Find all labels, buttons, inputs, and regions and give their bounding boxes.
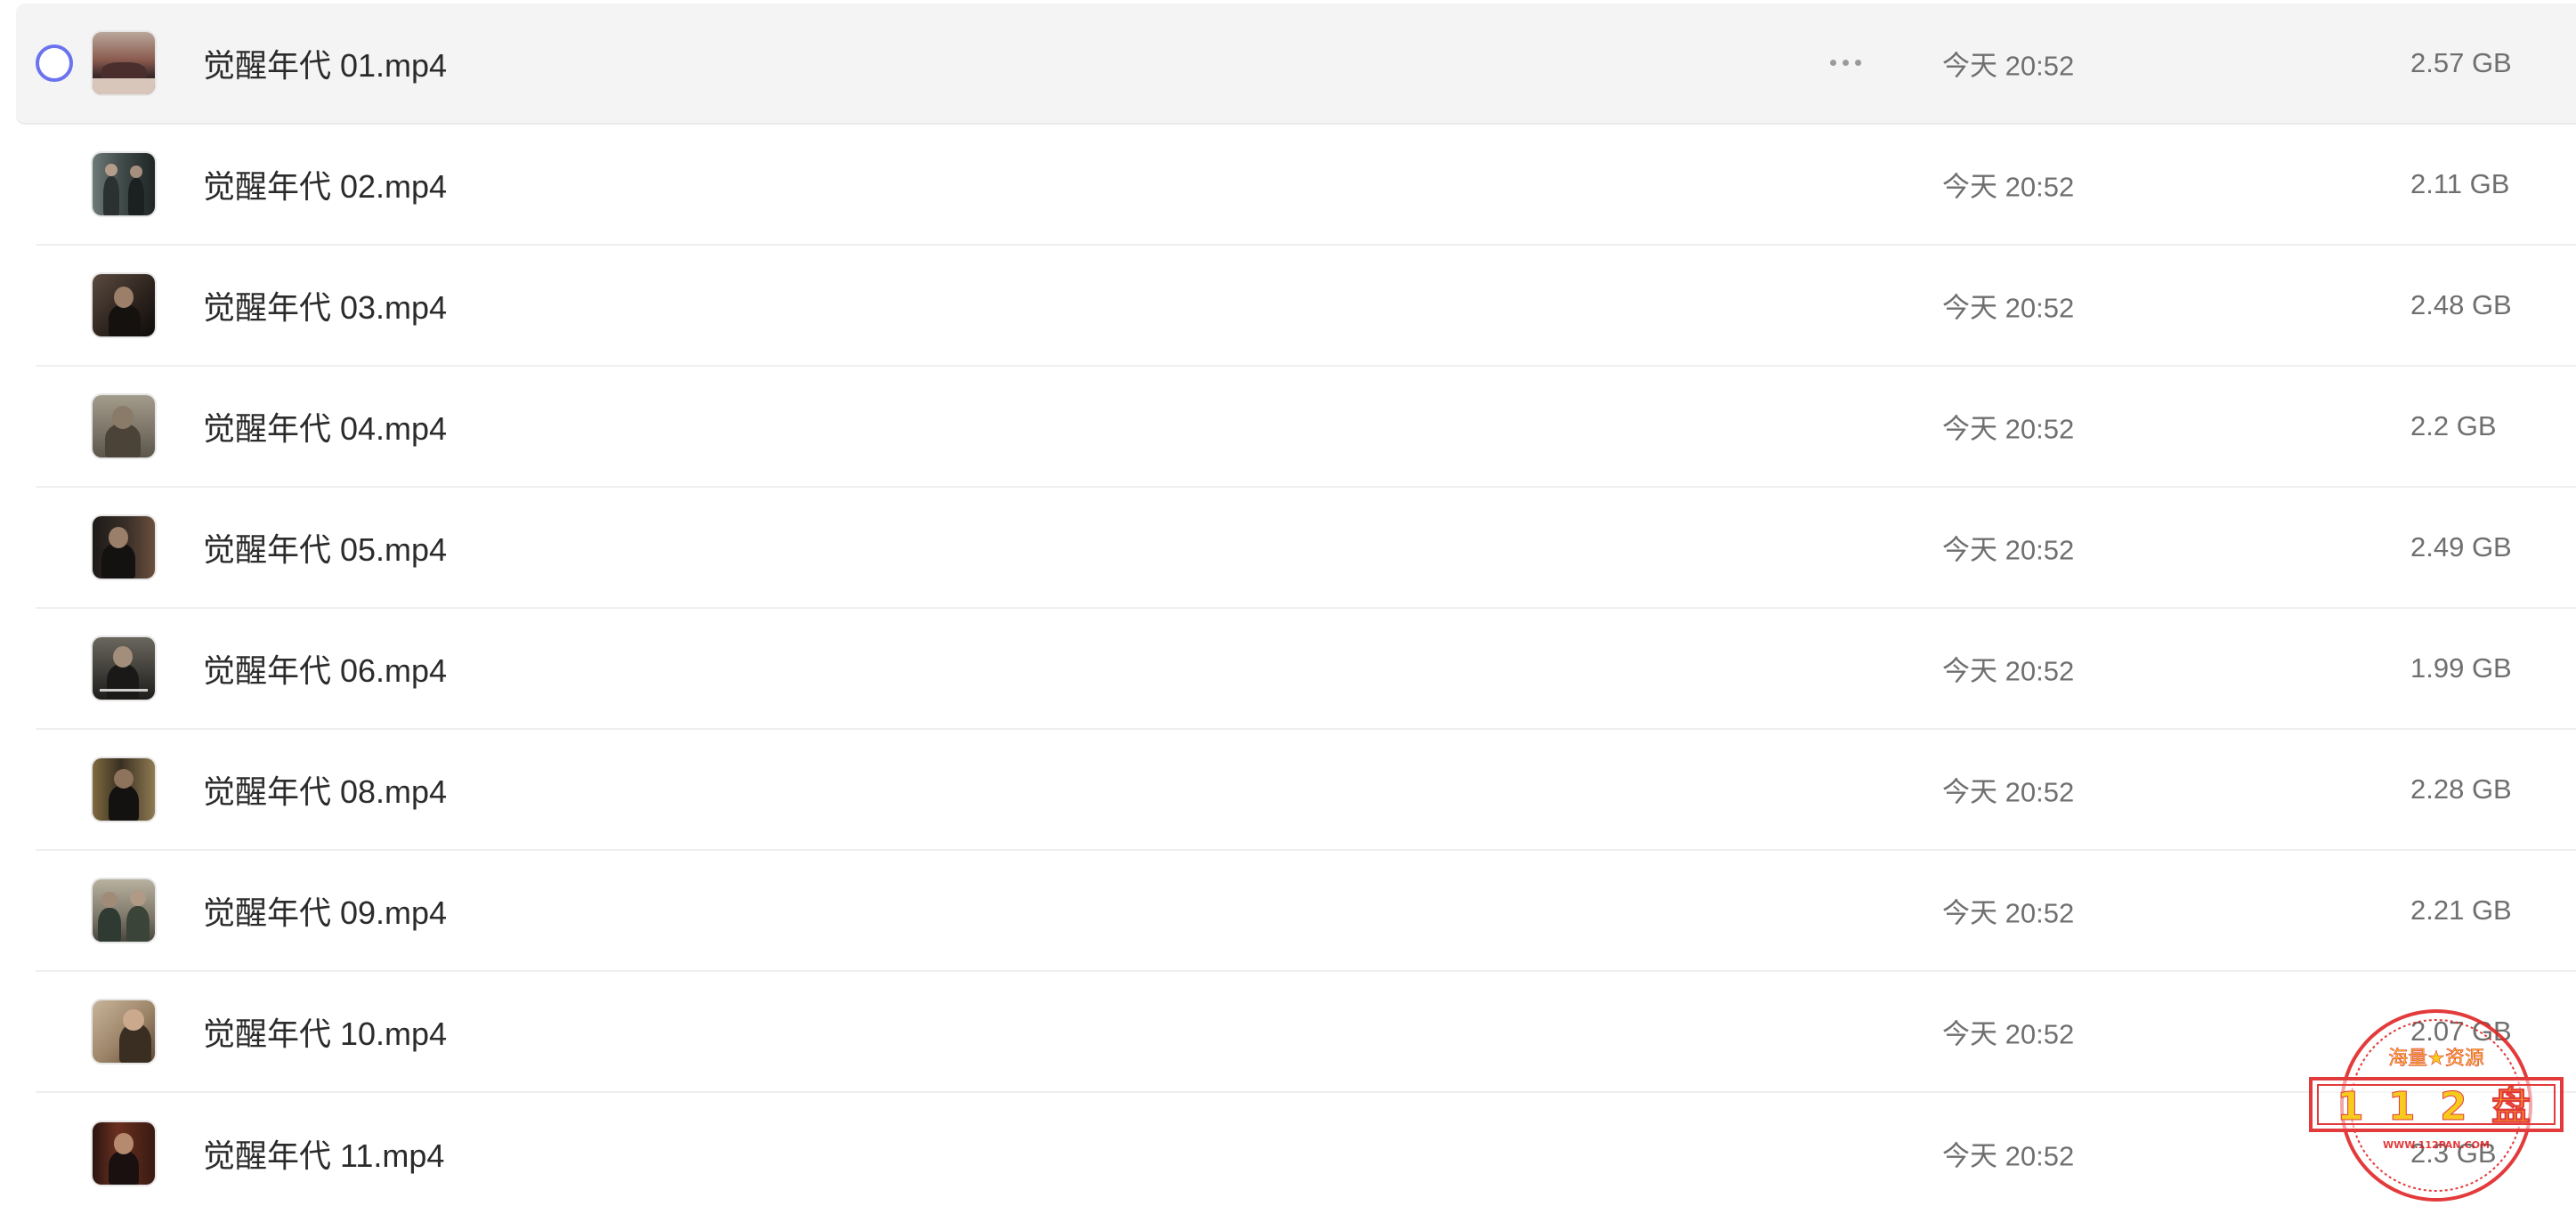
video-thumbnail <box>93 274 155 336</box>
circle-select-icon[interactable] <box>36 45 73 82</box>
file-row[interactable]: 觉醒年代 10.mp4 今天 20:52 2.07 GB <box>36 972 2576 1093</box>
file-row[interactable]: 觉醒年代 06.mp4 今天 20:52 1.99 GB <box>36 609 2576 730</box>
file-size: 2.3 GB <box>2410 1137 2497 1169</box>
file-size: 2.11 GB <box>2410 168 2510 199</box>
file-size: 2.57 GB <box>2410 47 2512 78</box>
file-size: 1.99 GB <box>2410 652 2512 684</box>
modified-time: 今天 20:52 <box>1942 1140 2075 1172</box>
file-name[interactable]: 觉醒年代 02.mp4 <box>203 161 447 207</box>
modified-time: 今天 20:52 <box>1942 292 2075 324</box>
video-thumbnail <box>93 637 155 700</box>
file-row[interactable]: 觉醒年代 05.mp4 今天 20:52 2.49 GB <box>36 488 2576 609</box>
file-name[interactable]: 觉醒年代 09.mp4 <box>203 887 447 934</box>
modified-time: 今天 20:52 <box>1942 655 2075 687</box>
video-thumbnail <box>93 153 155 215</box>
file-row[interactable]: 觉醒年代 08.mp4 今天 20:52 2.28 GB <box>36 730 2576 851</box>
modified-time: 今天 20:52 <box>1942 534 2075 566</box>
video-thumbnail <box>93 879 155 942</box>
file-row[interactable]: 觉醒年代 02.mp4 今天 20:52 2.11 GB <box>36 125 2576 246</box>
file-row[interactable]: 觉醒年代 01.mp4 今天 20:52 2.57 GB <box>16 4 2576 125</box>
file-size: 2.07 GB <box>2410 1016 2512 1047</box>
file-size: 2.28 GB <box>2410 773 2512 805</box>
file-row[interactable]: 觉醒年代 03.mp4 今天 20:52 2.48 GB <box>36 246 2576 367</box>
video-thumbnail <box>93 32 155 94</box>
file-name[interactable]: 觉醒年代 06.mp4 <box>203 645 447 692</box>
modified-time: 今天 20:52 <box>1942 171 2075 203</box>
video-thumbnail <box>93 395 155 457</box>
file-size: 2.48 GB <box>2410 289 2512 320</box>
file-name[interactable]: 觉醒年代 01.mp4 <box>203 40 447 86</box>
file-name[interactable]: 觉醒年代 10.mp4 <box>203 1008 447 1055</box>
modified-time: 今天 20:52 <box>1942 50 2075 82</box>
file-size: 2.2 GB <box>2410 410 2497 441</box>
file-name[interactable]: 觉醒年代 11.mp4 <box>203 1130 444 1177</box>
file-name[interactable]: 觉醒年代 03.mp4 <box>203 282 447 328</box>
file-row[interactable]: 觉醒年代 04.mp4 今天 20:52 2.2 GB <box>36 367 2576 488</box>
file-list: 觉醒年代 01.mp4 今天 20:52 2.57 GB 觉醒年代 02.mp4… <box>0 0 2576 1213</box>
video-thumbnail <box>93 758 155 821</box>
file-row[interactable]: 觉醒年代 11.mp4 今天 20:52 2.3 GB <box>36 1093 2576 1214</box>
modified-time: 今天 20:52 <box>1942 1018 2075 1050</box>
file-name[interactable]: 觉醒年代 08.mp4 <box>203 766 447 813</box>
video-thumbnail <box>93 516 155 579</box>
modified-time: 今天 20:52 <box>1942 897 2075 929</box>
modified-time: 今天 20:52 <box>1942 413 2075 445</box>
file-size: 2.21 GB <box>2410 894 2512 926</box>
more-horizontal-icon[interactable] <box>1819 44 1873 79</box>
file-name[interactable]: 觉醒年代 04.mp4 <box>203 403 447 449</box>
modified-time: 今天 20:52 <box>1942 776 2075 808</box>
file-name[interactable]: 觉醒年代 05.mp4 <box>203 524 447 571</box>
file-row[interactable]: 觉醒年代 09.mp4 今天 20:52 2.21 GB <box>36 851 2576 972</box>
video-thumbnail <box>93 1000 155 1063</box>
file-size: 2.49 GB <box>2410 531 2512 562</box>
video-thumbnail <box>93 1122 155 1185</box>
